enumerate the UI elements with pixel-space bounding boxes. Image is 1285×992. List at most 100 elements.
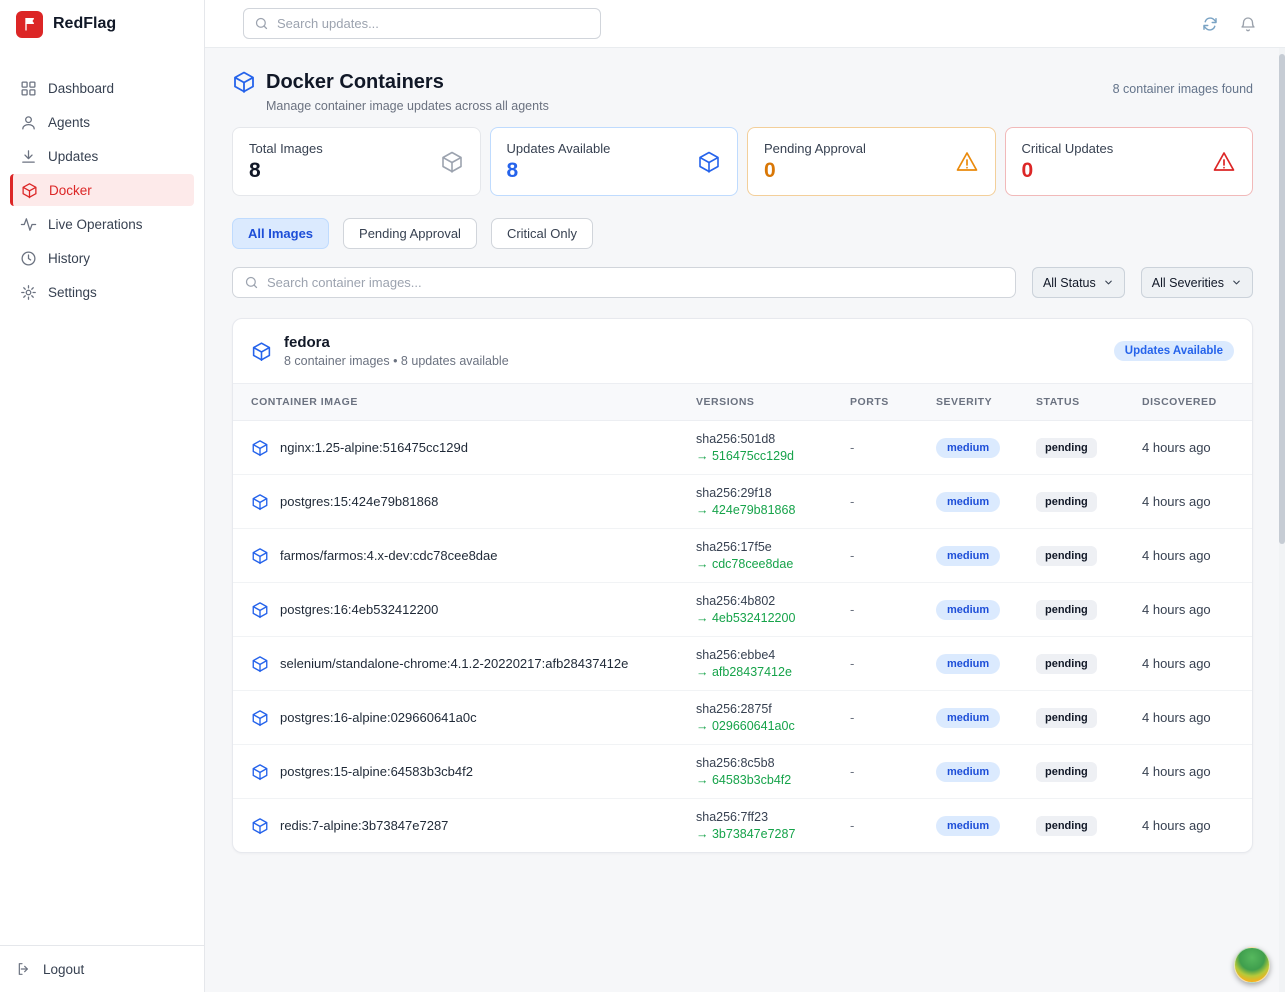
brand: RedFlag (0, 0, 204, 48)
bell-icon[interactable] (1239, 15, 1257, 33)
version-new: → 516475cc129d (696, 449, 842, 463)
logout-icon (16, 961, 32, 977)
download-icon (20, 148, 37, 165)
sidebar-item-dashboard[interactable]: Dashboard (10, 72, 194, 104)
container-search[interactable] (232, 267, 1016, 298)
sidebar-item-updates[interactable]: Updates (10, 140, 194, 172)
status-badge: pending (1036, 708, 1097, 728)
cube-icon (697, 150, 721, 174)
sidebar-item-label: History (48, 251, 90, 266)
images-found-count: 8 container images found (1113, 70, 1253, 96)
tab-critical-only[interactable]: Critical Only (491, 218, 593, 249)
refresh-icon[interactable] (1201, 15, 1219, 33)
ports-value: - (850, 799, 936, 853)
cube-icon (440, 150, 464, 174)
version-new: → 3b73847e7287 (696, 827, 842, 841)
status-select-value: All Status (1043, 276, 1096, 290)
cube-icon (251, 655, 269, 673)
table-row[interactable]: farmos/farmos:4.x-dev:cdc78cee8dae sha25… (233, 529, 1252, 583)
sidebar-item-agents[interactable]: Agents (10, 106, 194, 138)
version-new: → 424e79b81868 (696, 503, 842, 517)
status-badge: pending (1036, 600, 1097, 620)
col-ports: Ports (850, 384, 936, 421)
floating-widget-button[interactable] (1234, 947, 1270, 983)
sidebar-item-docker[interactable]: Docker (10, 174, 194, 206)
container-image-name: selenium/standalone-chrome:4.1.2-2022021… (280, 656, 628, 671)
cube-icon (251, 763, 269, 781)
global-search[interactable] (243, 8, 601, 39)
table-row[interactable]: postgres:15:424e79b81868 sha256:29f18 → … (233, 475, 1252, 529)
severity-badge: medium (936, 708, 1000, 728)
logout-button[interactable]: Logout (16, 961, 188, 977)
severity-badge: medium (936, 654, 1000, 674)
page-subtitle: Manage container image updates across al… (266, 99, 549, 113)
filter-tabs: All Images Pending Approval Critical Onl… (232, 218, 1253, 249)
ports-value: - (850, 421, 936, 475)
severity-badge: medium (936, 546, 1000, 566)
status-badge: pending (1036, 492, 1097, 512)
table-row[interactable]: postgres:16-alpine:029660641a0c sha256:2… (233, 691, 1252, 745)
table-row[interactable]: redis:7-alpine:3b73847e7287 sha256:7ff23… (233, 799, 1252, 853)
sidebar-nav: Dashboard Agents Updates Docker Live Ope… (0, 48, 204, 308)
table-row[interactable]: selenium/standalone-chrome:4.1.2-2022021… (233, 637, 1252, 691)
chevron-down-icon (1231, 277, 1242, 288)
sidebar-item-label: Docker (49, 183, 92, 198)
sidebar-item-label: Settings (48, 285, 97, 300)
discovered-value: 4 hours ago (1142, 799, 1252, 853)
stat-label: Critical Updates (1022, 141, 1114, 156)
cube-icon (251, 439, 269, 457)
stat-card-critical-updates: Critical Updates 0 (1005, 127, 1254, 196)
sidebar-item-label: Live Operations (48, 217, 143, 232)
search-icon (244, 275, 259, 290)
sidebar-item-history[interactable]: History (10, 242, 194, 274)
scrollbar-thumb[interactable] (1279, 54, 1285, 544)
cube-icon (21, 182, 38, 199)
user-icon (20, 114, 37, 131)
warning-triangle-icon (1212, 150, 1236, 174)
app-shell: RedFlag Dashboard Agents Updates Docker … (0, 0, 1285, 992)
global-search-input[interactable] (277, 16, 590, 31)
table-row[interactable]: postgres:15-alpine:64583b3cb4f2 sha256:8… (233, 745, 1252, 799)
gear-icon (20, 284, 37, 301)
warning-triangle-icon (955, 150, 979, 174)
page-title: Docker Containers (266, 71, 444, 94)
sidebar-item-settings[interactable]: Settings (10, 276, 194, 308)
table-row[interactable]: nginx:1.25-alpine:516475cc129d sha256:50… (233, 421, 1252, 475)
table-row[interactable]: postgres:16:4eb532412200 sha256:4b802 → … (233, 583, 1252, 637)
container-image-name: postgres:16-alpine:029660641a0c (280, 710, 477, 725)
stat-label: Total Images (249, 141, 323, 156)
sidebar-item-label: Agents (48, 115, 90, 130)
version-current: sha256:17f5e (696, 540, 842, 554)
version-current: sha256:501d8 (696, 432, 842, 446)
discovered-value: 4 hours ago (1142, 745, 1252, 799)
cube-icon (251, 601, 269, 619)
container-search-input[interactable] (267, 275, 1004, 290)
stat-card-total-images: Total Images 8 (232, 127, 481, 196)
col-severity: Severity (936, 384, 1036, 421)
table-body: nginx:1.25-alpine:516475cc129d sha256:50… (233, 421, 1252, 853)
status-badge: pending (1036, 816, 1097, 836)
severity-badge: medium (936, 492, 1000, 512)
stat-label: Pending Approval (764, 141, 866, 156)
version-new: → 029660641a0c (696, 719, 842, 733)
main-column: Docker Containers Manage container image… (205, 0, 1285, 992)
ports-value: - (850, 637, 936, 691)
scrollbar (1279, 48, 1285, 992)
version-current: sha256:2875f (696, 702, 842, 716)
col-container-image: Container Image (233, 384, 696, 421)
cube-icon (251, 709, 269, 727)
status-select[interactable]: All Status (1032, 267, 1125, 298)
container-image-name: farmos/farmos:4.x-dev:cdc78cee8dae (280, 548, 498, 563)
sidebar: RedFlag Dashboard Agents Updates Docker … (0, 0, 205, 992)
brand-name: RedFlag (53, 15, 116, 33)
sidebar-item-live-operations[interactable]: Live Operations (10, 208, 194, 240)
version-new: → afb28437412e (696, 665, 842, 679)
table-header: Container Image Versions Ports Severity … (233, 384, 1252, 421)
severity-select[interactable]: All Severities (1141, 267, 1253, 298)
updates-available-badge: Updates Available (1114, 341, 1234, 361)
tab-pending-approval[interactable]: Pending Approval (343, 218, 477, 249)
severity-badge: medium (936, 600, 1000, 620)
container-image-name: nginx:1.25-alpine:516475cc129d (280, 440, 468, 455)
tab-all-images[interactable]: All Images (232, 218, 329, 249)
cube-icon (251, 547, 269, 565)
